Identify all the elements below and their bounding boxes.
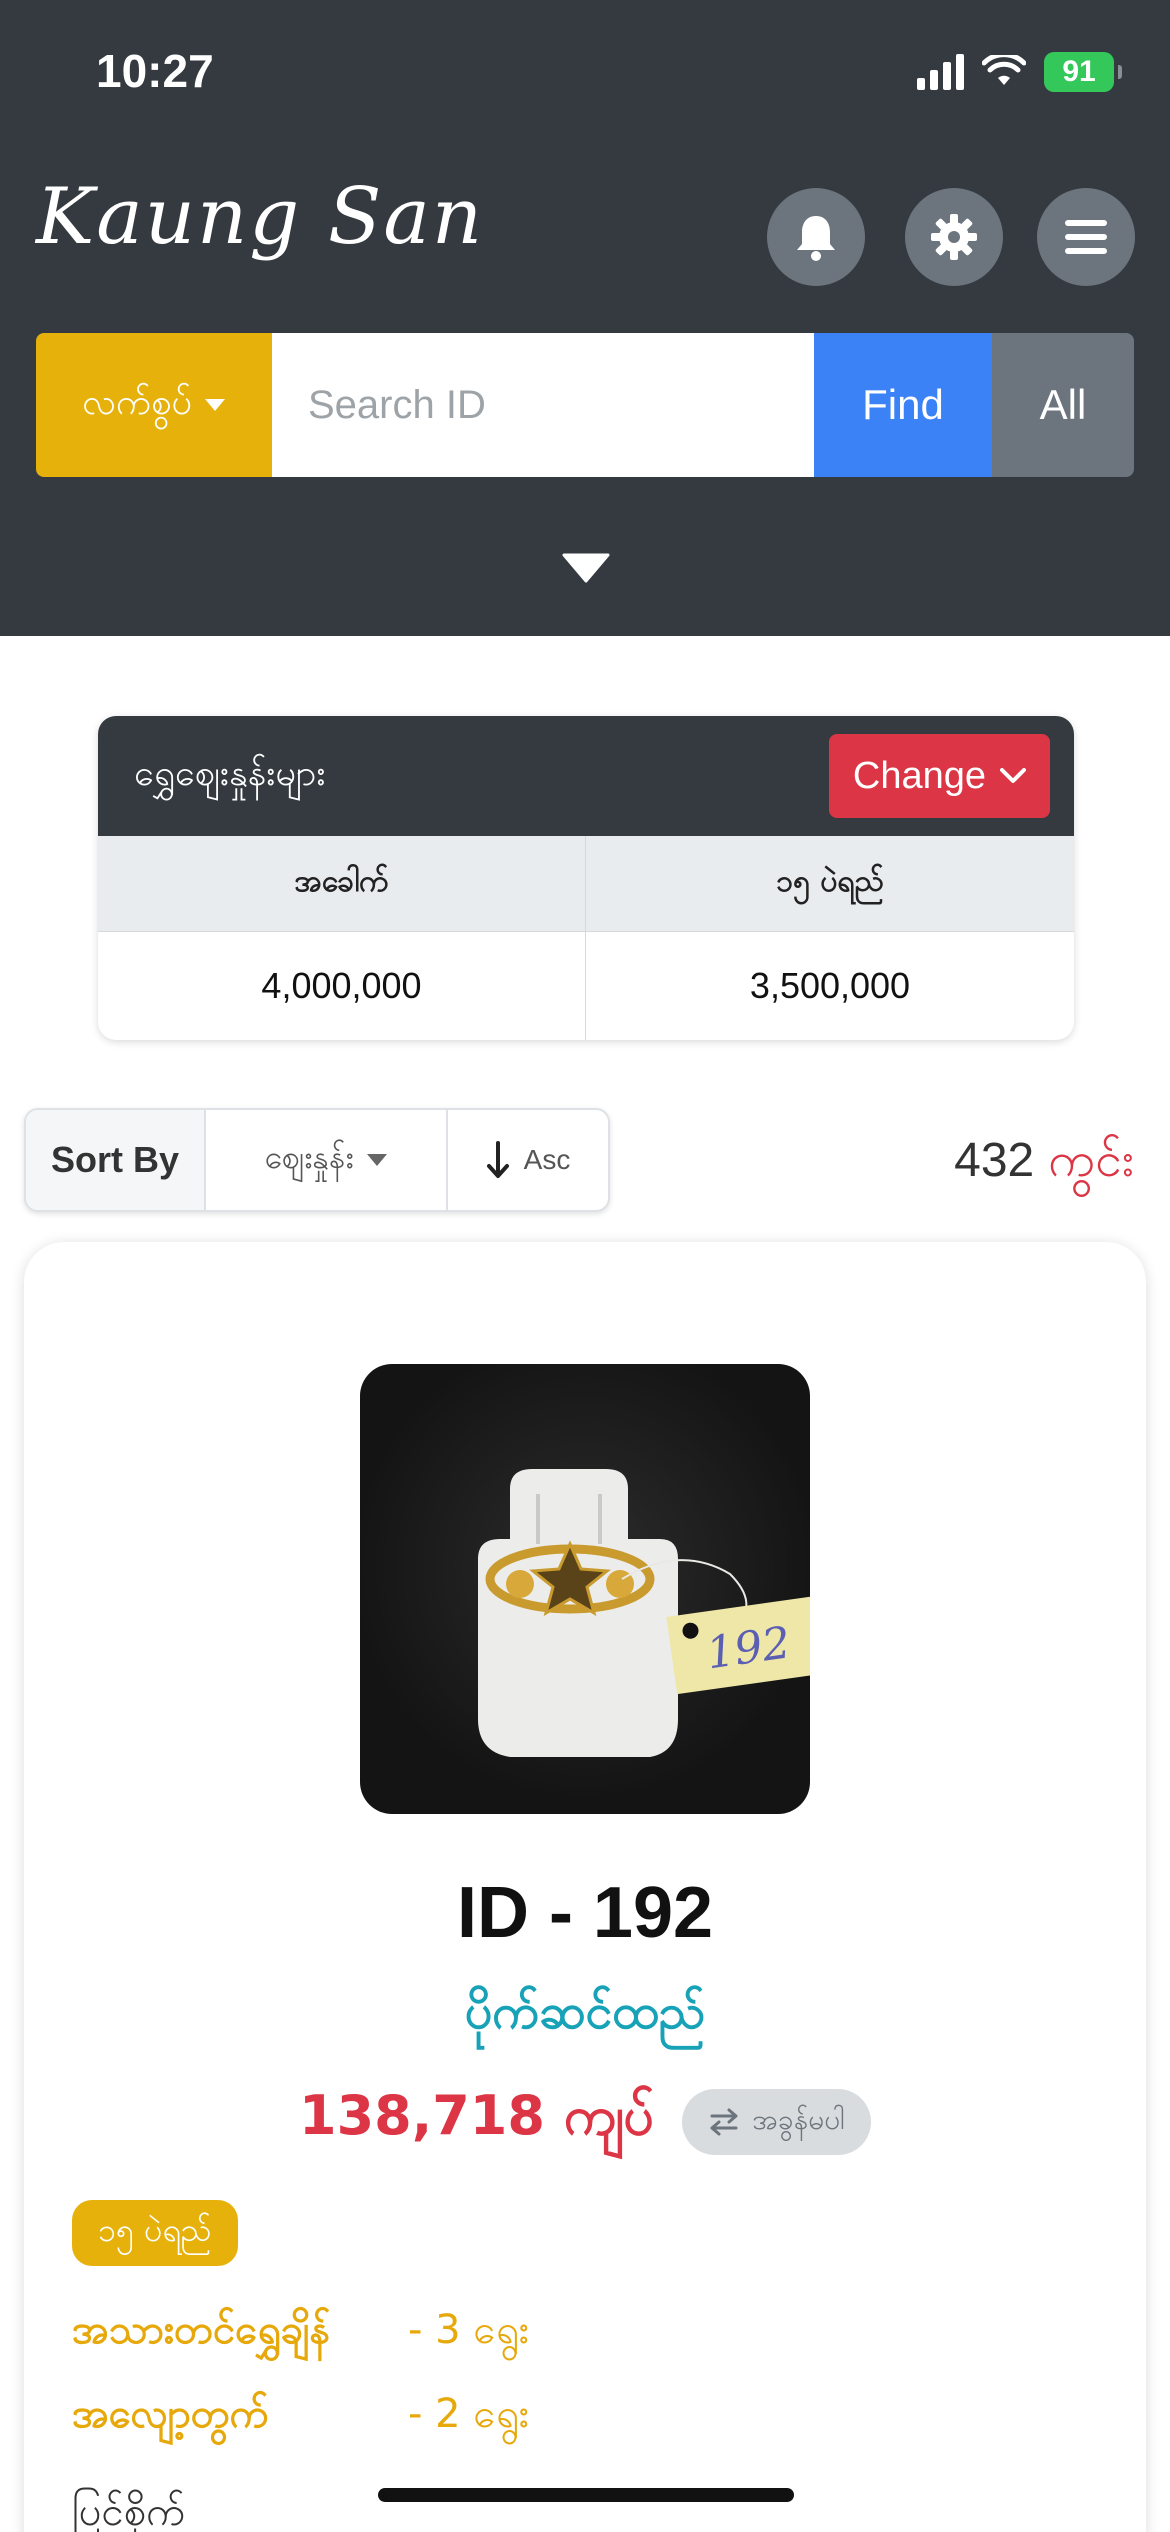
- gold-price-header: ရွှေဈေးနှုန်းများ Change: [98, 716, 1074, 836]
- app-logo: Kaung San: [36, 172, 485, 262]
- price-column-header: အခေါက်: [98, 836, 586, 932]
- category-label: လက်စွပ်: [82, 382, 192, 423]
- gold-price-title: ရွှေဈေးနှုန်းများ: [134, 753, 326, 794]
- sort-control: Sort By ဈေးနှုန်း Asc: [24, 1108, 610, 1212]
- spec-value: - 3 ရွေး: [408, 2307, 529, 2353]
- product-price-row: 138,718 ကျပ် အခွန်မပါ: [24, 2082, 1146, 2161]
- status-icons: 91: [917, 50, 1122, 94]
- gold-price-table: အခေါက် ၁၅ ပဲရည် 4,000,000 3,500,000: [98, 836, 1074, 1040]
- sort-direction-button[interactable]: Asc: [448, 1110, 608, 1210]
- hamburger-menu-icon: [1065, 220, 1107, 254]
- ring-photo: 192: [478, 1469, 810, 1757]
- arrow-down-icon: [486, 1141, 509, 1178]
- product-image[interactable]: 192: [360, 1364, 810, 1814]
- caret-down-icon: [204, 399, 225, 411]
- app-header: 10:27 91 Kaung San လက်စွပ် Search ID Fin…: [0, 0, 1170, 636]
- home-indicator[interactable]: [378, 2488, 794, 2502]
- sort-field-label: ဈေးနှုန်း: [264, 1138, 354, 1176]
- product-id: ID - 192: [456, 1873, 714, 1953]
- spec-cut-off-text: ပြင်စိုက်: [72, 2489, 186, 2532]
- change-button[interactable]: Change: [828, 734, 1050, 818]
- exchange-arrows-icon: [710, 2108, 738, 2135]
- battery-icon: 91: [1044, 52, 1122, 92]
- spec-row: အသားတင်ရွှေချိန် - 3 ရွေး: [72, 2304, 529, 2363]
- spec-row: အလျော့တွက် - 2 ရွေး: [72, 2388, 529, 2447]
- product-price: 138,718 ကျပ်: [299, 2084, 655, 2147]
- product-type: ပိုက်ဆင်ထည်: [464, 1984, 706, 2040]
- all-button[interactable]: All: [992, 333, 1134, 477]
- change-label: Change: [852, 754, 986, 797]
- wifi-icon: [982, 55, 1026, 85]
- spec-label: အသားတင်ရွှေချိန်: [72, 2307, 331, 2353]
- settings-button[interactable]: [905, 188, 1003, 286]
- sort-direction-label: Asc: [523, 1144, 571, 1175]
- bell-icon: [797, 216, 835, 261]
- cellular-signal-icon: [917, 54, 964, 90]
- tax-badge: အခွန်မပါ: [682, 2088, 871, 2155]
- menu-button[interactable]: [1037, 188, 1135, 286]
- battery-level: 91: [1062, 55, 1096, 88]
- gear-icon: [931, 214, 977, 260]
- result-count-unit: ကွင်း: [1048, 1132, 1134, 1188]
- notification-button[interactable]: [767, 188, 865, 286]
- product-card[interactable]: 192 ID - 192 ပိုက်ဆင်ထည် 138,718 ကျပ် အခ…: [24, 1242, 1146, 2532]
- result-count-number: 432: [954, 1134, 1035, 1187]
- find-button[interactable]: Find: [814, 333, 992, 477]
- search-bar: လက်စွပ် Find All: [36, 333, 1134, 477]
- sort-field-dropdown[interactable]: ဈေးနှုန်း: [206, 1110, 448, 1210]
- price-column-header: ၁၅ ပဲရည်: [586, 836, 1074, 932]
- category-dropdown[interactable]: လက်စွပ်: [36, 333, 272, 477]
- status-time: 10:27: [96, 45, 214, 97]
- spec-value: - 2 ရွေး: [408, 2391, 529, 2437]
- result-count: 432 ကွင်း: [954, 1130, 1134, 1200]
- gold-price-card: ရွှေဈေးနှုန်းများ Change အခေါက် ၁၅ ပဲရည်…: [98, 716, 1074, 1040]
- price-value: 3,500,000: [749, 965, 911, 1006]
- chevron-down-icon: [1000, 768, 1026, 783]
- karat-badge: ၁၅ ပဲရည်: [72, 2200, 238, 2266]
- price-value: 4,000,000: [98, 932, 586, 1040]
- search-input[interactable]: [272, 333, 814, 477]
- sort-by-label: Sort By: [26, 1110, 206, 1210]
- tax-badge-label: အခွန်မပါ: [752, 2102, 845, 2136]
- expand-filters-caret-icon[interactable]: [562, 553, 610, 583]
- spec-label: အလျော့တွက်: [72, 2391, 269, 2437]
- caret-down-icon: [366, 1154, 387, 1166]
